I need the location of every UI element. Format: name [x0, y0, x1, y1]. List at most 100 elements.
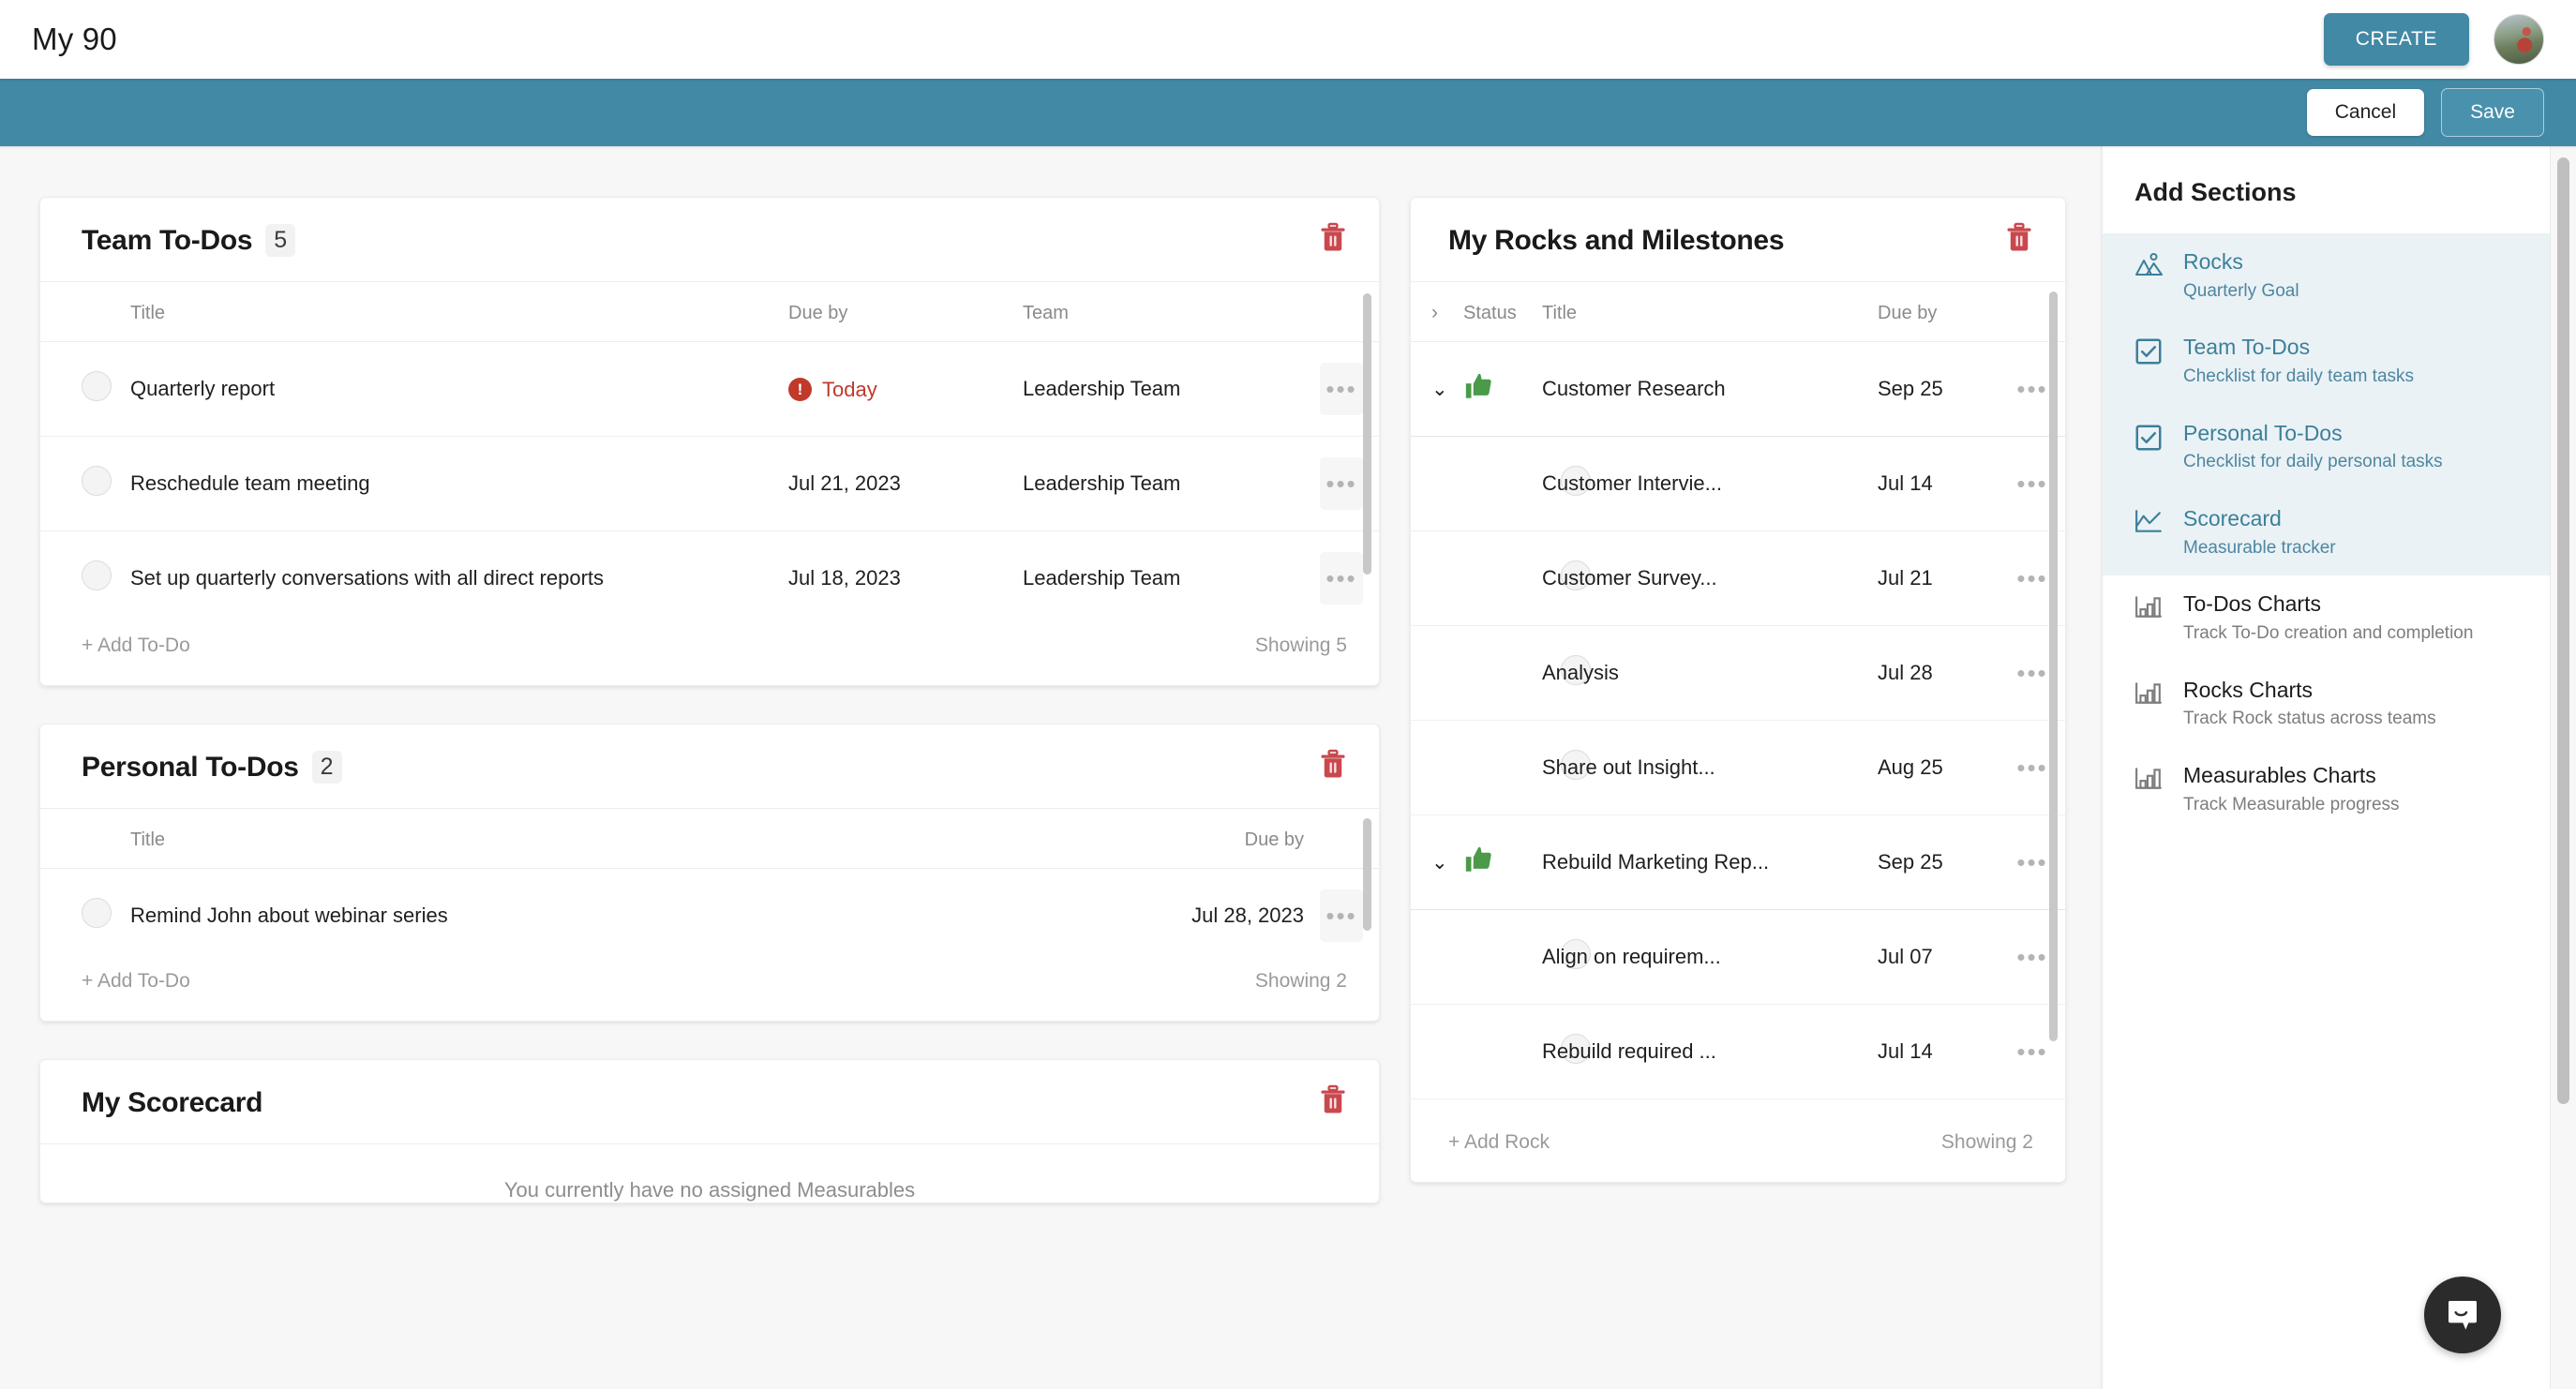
- todo-title[interactable]: Remind John about webinar series: [130, 868, 1041, 946]
- row-check-cell: [40, 341, 130, 437]
- row-menu-icon[interactable]: •••: [2011, 1025, 2054, 1078]
- rock-row: ⌄ Customer Research Sep 25 •••: [1411, 341, 2065, 437]
- sidebar-item-text: Team To-Dos Checklist for daily team tas…: [2183, 334, 2414, 389]
- milestone-due: Jul 21: [1878, 530, 1999, 626]
- milestone-title[interactable]: Customer Intervie...: [1542, 436, 1878, 531]
- todo-title[interactable]: Reschedule team meeting: [130, 436, 788, 531]
- milestone-row: Draft report Jul 21 •••: [1411, 1098, 2065, 1107]
- todo-checkbox[interactable]: [82, 560, 112, 590]
- sidebar-item-measurables-charts[interactable]: Measurables Charts Track Measurable prog…: [2103, 747, 2550, 832]
- sidebar-item-rocks[interactable]: Rocks Quarterly Goal: [2103, 233, 2550, 319]
- rock-title[interactable]: Rebuild Marketing Rep...: [1542, 814, 1878, 910]
- col-due-by: Due by: [788, 282, 1023, 342]
- thumbs-up-icon: [1465, 373, 1491, 398]
- add-todo-button[interactable]: + Add To-Do: [82, 635, 190, 657]
- todo-checkbox[interactable]: [82, 371, 112, 401]
- delete-section-icon[interactable]: [1319, 1084, 1347, 1121]
- milestone-check-cell: [1463, 909, 1591, 1005]
- delete-section-icon[interactable]: [1319, 749, 1347, 785]
- save-button[interactable]: Save: [2441, 88, 2544, 137]
- sidebar-item-label: Scorecard: [2183, 506, 2282, 531]
- milestone-title[interactable]: Customer Survey...: [1542, 530, 1878, 626]
- team-todos-count: 5: [265, 224, 296, 257]
- spacer-cell: [1411, 625, 1463, 721]
- todo-due: Jul 21, 2023: [788, 436, 1023, 531]
- rocks-scrollbar[interactable]: [2049, 291, 2058, 1041]
- sidebar-item-text: Personal To-Dos Checklist for daily pers…: [2183, 420, 2443, 475]
- row-menu-icon[interactable]: •••: [2011, 457, 2054, 510]
- todo-title[interactable]: Quarterly report: [130, 341, 788, 437]
- rock-title[interactable]: Customer Research: [1542, 341, 1878, 437]
- chevron-down-icon[interactable]: ⌄: [1431, 853, 1448, 873]
- row-menu-icon[interactable]: •••: [2011, 363, 2054, 415]
- sidebar-item-label: Team To-Dos: [2183, 335, 2311, 360]
- rocks-card: My Rocks and Milestones › Status Title D…: [1410, 197, 2066, 1183]
- spacer-cell: [1411, 436, 1463, 531]
- page-scrollbar-thumb[interactable]: [2557, 157, 2569, 1104]
- rocks-title: My Rocks and Milestones: [1448, 224, 1785, 256]
- rocks-scroll-area: › Status Title Due by ⌄ Customer Researc…: [1411, 282, 2065, 1107]
- chevron-right-icon[interactable]: ›: [1431, 303, 1438, 322]
- add-todo-button[interactable]: + Add To-Do: [82, 970, 190, 993]
- row-menu-icon[interactable]: •••: [1320, 552, 1363, 605]
- todo-team: Leadership Team: [1023, 530, 1304, 610]
- row-menu-icon[interactable]: •••: [1320, 457, 1363, 510]
- milestone-title[interactable]: Draft report: [1542, 1098, 1878, 1107]
- sidebar-item-scorecard[interactable]: Scorecard Measurable tracker: [2103, 490, 2550, 575]
- milestone-title[interactable]: Analysis: [1542, 625, 1878, 721]
- add-sections-charts-group: To-Dos Charts Track To-Do creation and c…: [2103, 575, 2550, 832]
- avatar[interactable]: [2494, 14, 2544, 65]
- row-menu-icon[interactable]: •••: [2011, 836, 2054, 889]
- sidebar-item-text: Measurables Charts Track Measurable prog…: [2183, 762, 2400, 817]
- spacer-cell: [1411, 1098, 1463, 1107]
- spacer-cell: [1411, 1004, 1463, 1099]
- col-title: Title: [130, 282, 788, 342]
- team-todos-scrollbar[interactable]: [1363, 293, 1371, 575]
- add-rock-button[interactable]: + Add Rock: [1448, 1131, 1550, 1154]
- row-menu-icon[interactable]: •••: [2011, 741, 2054, 794]
- delete-section-icon[interactable]: [2005, 222, 2033, 259]
- todo-due-text: Today: [822, 377, 877, 401]
- milestone-row: Customer Survey... Jul 21 •••: [1411, 530, 2065, 626]
- rocks-showing: Showing 2: [1940, 1131, 2033, 1153]
- sidebar-item-rocks-charts[interactable]: Rocks Charts Track Rock status across te…: [2103, 662, 2550, 747]
- row-check-cell: [40, 436, 130, 531]
- todo-checkbox[interactable]: [82, 466, 112, 496]
- delete-section-icon[interactable]: [1319, 222, 1347, 259]
- create-button[interactable]: CREATE: [2323, 13, 2469, 66]
- sidebar-item-todos-charts[interactable]: To-Dos Charts Track To-Do creation and c…: [2103, 575, 2550, 661]
- sidebar-item-text: Rocks Charts Track Rock status across te…: [2183, 677, 2436, 732]
- chevron-down-icon[interactable]: ⌄: [1431, 380, 1448, 399]
- sidebar-item-desc: Checklist for daily personal tasks: [2183, 452, 2443, 472]
- row-menu-icon[interactable]: •••: [2011, 552, 2054, 605]
- cancel-button[interactable]: Cancel: [2306, 89, 2425, 136]
- todo-checkbox[interactable]: [82, 898, 112, 928]
- row-menu-icon[interactable]: •••: [2011, 931, 2054, 983]
- sidebar-item-personal-todos[interactable]: Personal To-Dos Checklist for daily pers…: [2103, 405, 2550, 490]
- sidebar-item-team-todos[interactable]: Team To-Dos Checklist for daily team tas…: [2103, 319, 2550, 404]
- milestone-title[interactable]: Share out Insight...: [1542, 720, 1878, 815]
- rocks-table: › Status Title Due by ⌄ Customer Researc…: [1411, 282, 2065, 1107]
- row-menu-icon[interactable]: •••: [1320, 889, 1363, 942]
- bar-chart-icon: [2134, 762, 2166, 797]
- todo-due: ! Today: [788, 341, 1023, 437]
- page-scrollbar-track[interactable]: [2550, 146, 2576, 1389]
- sidebar-item-desc: Track To-Do creation and completion: [2183, 623, 2474, 644]
- spacer-cell: [1411, 720, 1463, 815]
- sidebar-item-desc: Track Measurable progress: [2183, 794, 2400, 814]
- team-todos-card: Team To-Dos 5 Title Due by Team Quarterl…: [39, 197, 1380, 686]
- row-menu-icon[interactable]: •••: [2011, 647, 2054, 699]
- chat-launcher-button[interactable]: [2424, 1277, 2501, 1353]
- row-menu-icon[interactable]: •••: [1320, 363, 1363, 415]
- milestone-row: Share out Insight... Aug 25 •••: [1411, 720, 2065, 815]
- page-title: My 90: [32, 22, 117, 56]
- milestone-title[interactable]: Rebuild required ...: [1542, 1004, 1878, 1099]
- milestone-check-cell: [1463, 530, 1591, 626]
- milestone-title[interactable]: Align on requirem...: [1542, 909, 1878, 1005]
- personal-todos-scrollbar[interactable]: [1363, 818, 1371, 931]
- thumbs-up-icon: [1465, 846, 1491, 872]
- row-check-cell: [40, 530, 130, 610]
- add-sections-sidebar: Add Sections Rocks Quarterly Goal Team T…: [2102, 146, 2550, 1389]
- expand-all-cell: ›: [1411, 282, 1463, 342]
- todo-title[interactable]: Set up quarterly conversations with all …: [130, 530, 788, 610]
